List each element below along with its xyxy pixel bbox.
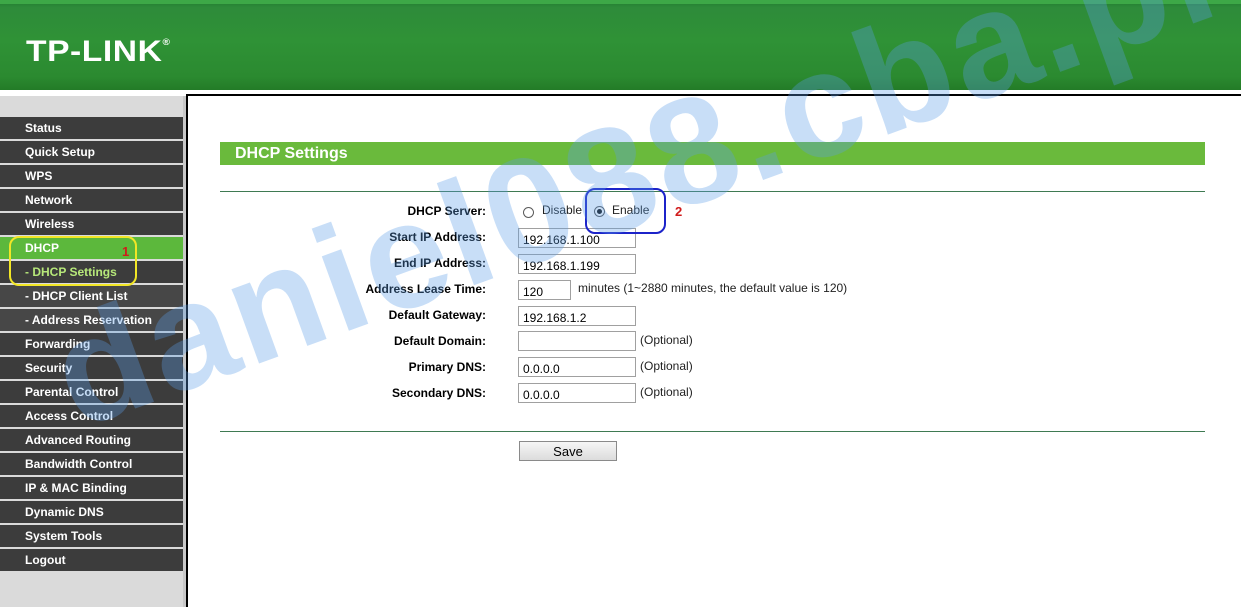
- secondary-dns-input[interactable]: 0.0.0.0: [518, 383, 636, 403]
- secondary-dns-label: Secondary DNS:: [391, 386, 486, 400]
- sidebar-item-wps[interactable]: WPS: [0, 165, 183, 187]
- save-button[interactable]: Save: [519, 441, 617, 461]
- sidebar-item-parental-control[interactable]: Parental Control: [0, 381, 183, 403]
- tp-link-logo: TP-LINK®: [26, 35, 171, 68]
- sidebar-item-bandwidth-control[interactable]: Bandwidth Control: [0, 453, 183, 475]
- top-divider: [220, 191, 1205, 192]
- header-top-line: [0, 0, 1241, 4]
- sidebar-item-forwarding[interactable]: Forwarding: [0, 333, 183, 355]
- sidebar-item-security[interactable]: Security: [0, 357, 183, 379]
- gateway-input[interactable]: 192.168.1.2: [518, 306, 636, 326]
- sidebar-item-advanced-routing[interactable]: Advanced Routing: [0, 429, 183, 451]
- lease-time-input[interactable]: 120: [518, 280, 571, 300]
- sidebar-item-system-tools[interactable]: System Tools: [0, 525, 183, 547]
- end-ip-label: End IP Address:: [393, 256, 486, 270]
- sidebar-divider: [183, 96, 186, 607]
- domain-optional-note: (Optional): [640, 333, 693, 347]
- annotation-highlight-dhcp-menu: [9, 236, 137, 286]
- dhcp-disable-label[interactable]: Disable: [542, 203, 582, 217]
- header-banner: TP-LINK®: [0, 0, 1241, 90]
- sidebar-item-access-control[interactable]: Access Control: [0, 405, 183, 427]
- primary-dns-optional-note: (Optional): [640, 359, 693, 373]
- secondary-dns-optional-note: (Optional): [640, 385, 693, 399]
- sidebar-item-wireless[interactable]: Wireless: [0, 213, 183, 235]
- annotation-marker-1: 1: [122, 244, 130, 259]
- sidebar-item-logout[interactable]: Logout: [0, 549, 183, 571]
- start-ip-label: Start IP Address:: [389, 230, 486, 244]
- sidebar-item-quick-setup[interactable]: Quick Setup: [0, 141, 183, 163]
- domain-input[interactable]: [518, 331, 636, 351]
- domain-label: Default Domain:: [393, 334, 486, 348]
- sidebar-item-address-reservation[interactable]: - Address Reservation: [0, 309, 183, 331]
- bottom-divider: [220, 431, 1205, 432]
- gateway-label: Default Gateway:: [388, 308, 486, 322]
- end-ip-input[interactable]: 192.168.1.199: [518, 254, 636, 274]
- dhcp-server-label: DHCP Server:: [407, 204, 486, 218]
- primary-dns-input[interactable]: 0.0.0.0: [518, 357, 636, 377]
- sidebar-item-dynamic-dns[interactable]: Dynamic DNS: [0, 501, 183, 523]
- content-frame-left-border: [186, 94, 188, 607]
- content-frame-top-border: [186, 94, 1241, 96]
- sidebar-item-network[interactable]: Network: [0, 189, 183, 211]
- annotation-highlight-enable-option: [585, 188, 666, 234]
- sidebar-menu: Status Quick Setup WPS Network Wireless …: [0, 96, 186, 607]
- lease-time-label: Address Lease Time:: [365, 282, 487, 296]
- annotation-marker-2: 2: [675, 204, 683, 219]
- sidebar-item-dhcp-client-list[interactable]: - DHCP Client List: [0, 285, 183, 307]
- page-title: DHCP Settings: [220, 142, 1205, 165]
- dhcp-disable-radio[interactable]: [523, 207, 534, 218]
- primary-dns-label: Primary DNS:: [408, 360, 486, 374]
- sidebar-item-status[interactable]: Status: [0, 117, 183, 139]
- sidebar-item-ip-mac-binding[interactable]: IP & MAC Binding: [0, 477, 183, 499]
- lease-time-note: minutes (1~2880 minutes, the default val…: [578, 281, 848, 295]
